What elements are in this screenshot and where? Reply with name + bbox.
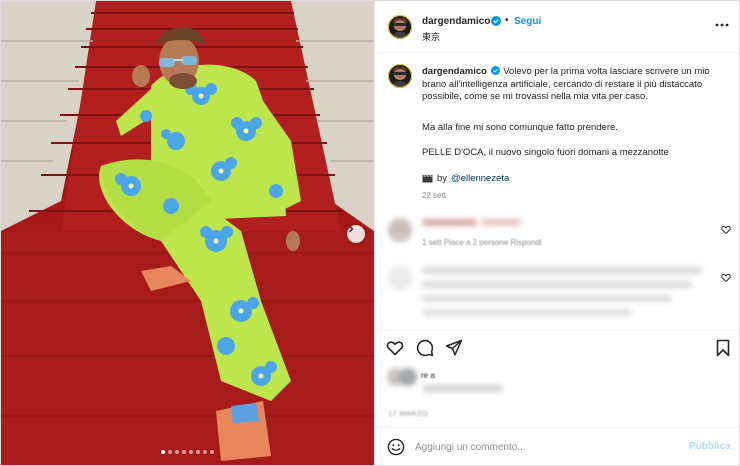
comment-text	[422, 295, 672, 302]
comment-bubble-icon[interactable]	[416, 339, 434, 357]
comment-text	[422, 267, 702, 274]
heart-icon[interactable]	[721, 273, 731, 283]
photo-illustration	[1, 1, 374, 465]
caption-timestamp[interactable]: 22 sett	[422, 191, 446, 200]
carousel-dot	[182, 450, 186, 454]
carousel-dot	[203, 450, 207, 454]
comment-text	[481, 219, 521, 226]
comment-input[interactable]	[415, 437, 665, 457]
chevron-right-icon	[349, 225, 354, 233]
comment-text	[422, 281, 692, 288]
caption-credit: by @ellennezeta	[422, 173, 509, 184]
clapperboard-icon	[422, 174, 433, 183]
likes-summary: re a 17 MARZO	[375, 365, 740, 421]
post-side-panel: dargendamico • Segui 東京 dargendamico Vol…	[374, 1, 740, 465]
comment-text	[422, 309, 632, 316]
publish-button[interactable]: Pubblica	[689, 441, 731, 452]
carousel-dot	[196, 450, 200, 454]
commenter-avatar[interactable]	[388, 266, 412, 290]
verified-badge-icon	[491, 16, 501, 26]
caption-line: Ma alla fine mi sono comunque fatto pren…	[422, 122, 618, 133]
comments-section: dargendamico Volevo per la prima volta l…	[375, 53, 740, 329]
carousel-dot	[175, 450, 179, 454]
heart-icon[interactable]	[721, 225, 731, 235]
follow-button[interactable]: Segui	[514, 16, 541, 27]
post-header: dargendamico • Segui 東京	[375, 1, 740, 53]
post-actions-bar	[375, 329, 740, 365]
author-username[interactable]: dargendamico	[422, 16, 490, 27]
carousel-dot	[161, 450, 165, 454]
post-timestamp[interactable]: 17 MARZO	[388, 409, 428, 418]
add-comment-bar: Pubblica	[375, 427, 740, 465]
carousel-dot	[168, 450, 172, 454]
caption-text: dargendamico Volevo per la prima volta l…	[422, 66, 722, 104]
likes-text[interactable]: re a	[421, 371, 435, 380]
commenter-username[interactable]	[422, 219, 477, 226]
credit-handle-link[interactable]: @ellennezeta	[451, 173, 509, 184]
post-photo[interactable]	[1, 1, 374, 465]
bookmark-icon[interactable]	[714, 339, 732, 357]
carousel-indicator	[1, 450, 374, 454]
instagram-post-modal: dargendamico • Segui 東京 dargendamico Vol…	[0, 0, 740, 466]
commenter-avatar[interactable]	[388, 218, 412, 242]
comment-meta: 1 sett Piace a 2 persone Rispondi	[422, 238, 542, 247]
caption-username[interactable]: dargendamico	[422, 66, 487, 77]
verified-badge-icon	[490, 66, 500, 75]
more-horizontal-icon[interactable]	[715, 18, 729, 32]
credit-prefix: by	[437, 173, 448, 184]
like-heart-icon[interactable]	[386, 339, 404, 357]
emoji-icon[interactable]	[387, 438, 405, 456]
carousel-dot	[189, 450, 193, 454]
separator-dot: •	[505, 15, 509, 26]
carousel-dot	[210, 450, 214, 454]
post-location[interactable]: 東京	[422, 30, 440, 43]
author-avatar[interactable]	[388, 15, 412, 39]
caption-author-avatar[interactable]	[388, 64, 412, 88]
share-send-icon[interactable]	[445, 339, 463, 357]
caption-line: PELLE D'OCA, il nuovo singolo fuori doma…	[422, 147, 669, 158]
next-photo-button[interactable]	[347, 225, 365, 243]
